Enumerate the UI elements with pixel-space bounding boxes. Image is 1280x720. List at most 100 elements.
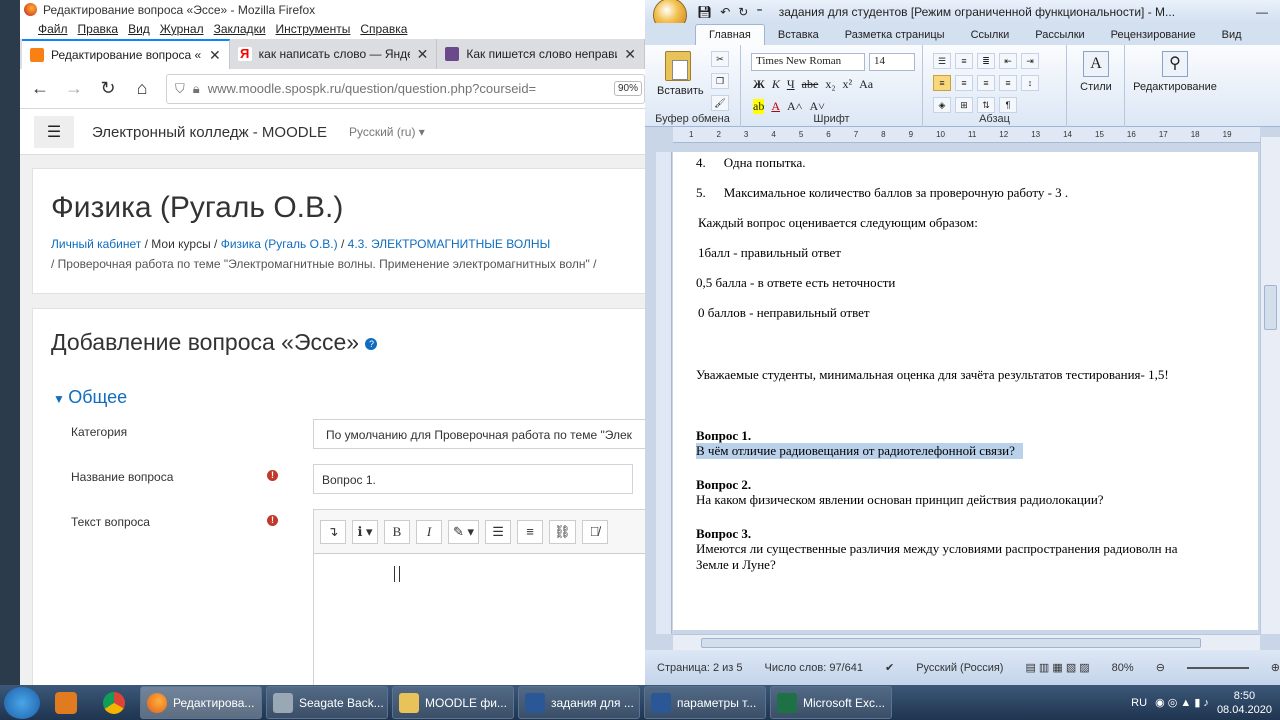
highlight-icon[interactable]: ab (753, 99, 765, 114)
underline-icon[interactable]: Ч (787, 77, 795, 92)
clock[interactable]: 8:50 08.04.2020 (1217, 689, 1272, 717)
align-right-icon[interactable]: ≡ (977, 75, 995, 91)
menu-file[interactable]: Файл (38, 22, 68, 36)
collapse-triangle-icon[interactable]: ▼ (53, 392, 68, 406)
editing-button[interactable]: ⚲ Редактирование (1127, 51, 1223, 93)
bullets-icon[interactable]: ☰ (933, 53, 951, 69)
tray-icons[interactable]: ◉ ◎ ▲ ▮ ♪ (1155, 696, 1209, 709)
close-icon[interactable]: ✕ (209, 47, 221, 64)
grow-font-icon[interactable]: A˄ (787, 99, 802, 114)
menu-history[interactable]: Журнал (160, 22, 204, 36)
clear-format-icon[interactable]: Aa (859, 77, 873, 92)
zoom-out-icon[interactable]: ⊖ (1156, 661, 1165, 674)
language-indicator[interactable]: RU (1131, 697, 1147, 709)
breadcrumb-mycourses[interactable]: Мои курсы (151, 237, 210, 251)
minimize-icon[interactable]: — (1256, 5, 1268, 19)
cut-icon[interactable]: ✂ (711, 51, 729, 67)
vertical-ruler[interactable] (656, 152, 672, 634)
pilcrow-icon[interactable]: ¶ (999, 97, 1017, 113)
superscript-icon[interactable]: x² (843, 77, 853, 92)
align-center-icon[interactable]: ≡ (955, 75, 973, 91)
zoom-badge[interactable]: 90% (613, 81, 642, 96)
document-page[interactable]: 4. Одна попытка. 5. Максимальное количеств… (673, 152, 1258, 630)
category-select[interactable]: По умолчанию для Проверочная работа по т… (313, 419, 645, 449)
section-title[interactable]: Общее (68, 387, 127, 407)
decrease-indent-icon[interactable]: ⇤ (999, 53, 1017, 69)
reload-icon[interactable]: ↻ (98, 78, 118, 99)
menu-help[interactable]: Справка (360, 22, 407, 36)
sort-icon[interactable]: ⇅ (977, 97, 995, 113)
site-name-link[interactable]: Электронный колледж - MOODLE (92, 124, 327, 141)
task-moodle-folder[interactable]: MOODLE фи... (392, 686, 514, 719)
undo-icon[interactable]: ↶ (720, 5, 730, 19)
font-color-icon[interactable]: ✎ ▾ (448, 519, 480, 544)
menu-edit[interactable]: Правка (78, 22, 119, 36)
horizontal-scrollbar[interactable] (673, 634, 1260, 650)
insecure-lock-icon[interactable]: 🔒︎ (193, 81, 200, 97)
breadcrumb-section[interactable]: 4.3. ЭЛЕКТРОМАГНИТНЫЕ ВОЛНЫ (348, 237, 551, 251)
scroll-thumb[interactable] (1264, 285, 1277, 330)
horizontal-ruler[interactable]: 1 2 3 4 5 6 7 8 9 10 11 12 13 14 15 16 1… (673, 127, 1260, 143)
format-painter-icon[interactable]: 🖌︎ (711, 95, 729, 111)
toolbar-toggle-icon[interactable]: ↴ (320, 519, 346, 544)
justify-icon[interactable]: ≡ (999, 75, 1017, 91)
breadcrumb-course[interactable]: Физика (Ругаль О.В.) (221, 237, 338, 251)
borders-icon[interactable]: ⊞ (955, 97, 973, 113)
numbering-icon[interactable]: ≡ (955, 53, 973, 69)
zoom-slider[interactable] (1186, 666, 1249, 669)
task-word-params[interactable]: параметры т... (644, 686, 766, 719)
tab-mailings[interactable]: Рассылки (1022, 25, 1097, 45)
unlink-icon[interactable]: ⛓̸ (581, 519, 608, 544)
italic-icon[interactable]: I (416, 519, 442, 544)
menu-view[interactable]: Вид (128, 22, 150, 36)
copy-icon[interactable]: ❐ (711, 73, 729, 89)
status-words[interactable]: Число слов: 97/641 (765, 662, 863, 674)
shrink-font-icon[interactable]: A˅ (809, 99, 824, 114)
font-name-box[interactable]: Times New Roman (751, 53, 865, 71)
redo-icon[interactable]: ↻ (738, 5, 748, 19)
font-size-box[interactable]: 14 (869, 53, 915, 71)
zoom-level[interactable]: 80% (1112, 662, 1134, 674)
zoom-in-icon[interactable]: ⊕ (1271, 661, 1280, 674)
task-seagate[interactable]: Seagate Back... (266, 686, 388, 719)
align-left-icon[interactable]: ≡ (933, 75, 951, 91)
menu-tools[interactable]: Инструменты (276, 22, 351, 36)
tab-yandex[interactable]: Я как написать слово — Яндекс ✕ (230, 39, 438, 69)
vertical-scrollbar[interactable] (1260, 137, 1280, 634)
tab-view[interactable]: Вид (1209, 25, 1255, 45)
office-button-icon[interactable] (653, 0, 687, 23)
strikethrough-icon[interactable]: abe (802, 77, 819, 92)
tab-spelling[interactable]: Как пишется слово неправильно ✕ (437, 39, 645, 69)
font-color-icon[interactable]: A (771, 99, 780, 114)
multilevel-icon[interactable]: ≣ (977, 53, 995, 69)
tab-home[interactable]: Главная (695, 24, 765, 45)
task-firefox[interactable]: Редактирова... (140, 686, 262, 719)
menu-bookmarks[interactable]: Закладки (214, 22, 266, 36)
increase-indent-icon[interactable]: ⇥ (1021, 53, 1039, 69)
task-word-tasks[interactable]: задания для ... (518, 686, 640, 719)
tab-references[interactable]: Ссылки (958, 25, 1023, 45)
scroll-thumb[interactable] (701, 638, 1201, 648)
tab-moodle[interactable]: Редактирование вопроса «Эссе» ✕ (22, 39, 230, 69)
close-icon[interactable]: ✕ (624, 46, 636, 63)
bold-icon[interactable]: B (384, 519, 410, 544)
paste-button[interactable]: Вставить (657, 51, 704, 97)
menu-toggle-icon[interactable]: ☰ (34, 116, 74, 148)
proofing-icon[interactable]: ✔ (885, 661, 894, 674)
view-buttons[interactable]: ▤ ▥ ▦ ▧ ▨ (1025, 661, 1089, 674)
shield-icon[interactable]: ⛉ (175, 81, 185, 97)
customize-qat-icon[interactable]: ⁼ (756, 5, 762, 19)
styles-button[interactable]: A Стили (1073, 51, 1119, 93)
question-text-editor[interactable]: ↴ ℹ ▾ B I ✎ ▾ ☰ ≡ ⛓ ⛓̸ (313, 509, 645, 685)
home-icon[interactable]: ⌂ (132, 78, 152, 99)
language-menu[interactable]: Русский (ru) ▾ (349, 125, 425, 139)
section-general[interactable]: ▼ Общее (53, 387, 127, 408)
ordered-list-icon[interactable]: ≡ (517, 519, 544, 544)
tab-review[interactable]: Рецензирование (1098, 25, 1209, 45)
bold-icon[interactable]: Ж (753, 77, 765, 92)
paragraph-style-icon[interactable]: ℹ ▾ (352, 519, 378, 544)
italic-icon[interactable]: К (772, 77, 780, 92)
task-excel[interactable]: Microsoft Exc... (770, 686, 892, 719)
link-icon[interactable]: ⛓ (549, 519, 576, 544)
close-icon[interactable]: ✕ (417, 46, 429, 63)
